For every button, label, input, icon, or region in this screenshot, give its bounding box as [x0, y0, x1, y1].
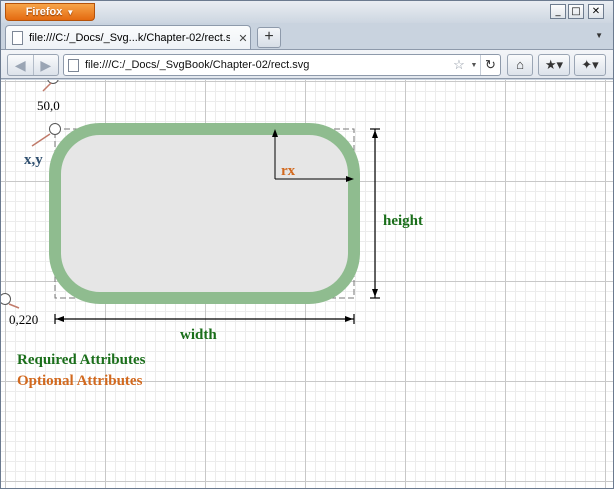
address-bar[interactable]: file:///C:/_Docs/_SvgBook/Chapter-02/rec… [63, 54, 501, 76]
xy-pointer [31, 133, 51, 147]
maximize-button[interactable]: □ [568, 4, 584, 19]
height-up-arrow [372, 130, 378, 138]
title-bar: Firefox ▼ _ □ ✕ [1, 1, 613, 23]
left-label: 0,220 [9, 312, 38, 327]
height-label: height [383, 213, 423, 229]
left-pointer [8, 303, 20, 309]
page-content: 50,0 x,y 0,220 rx height width Required … [1, 80, 613, 488]
left-marker [1, 293, 11, 305]
chevron-down-icon: ▼ [66, 7, 75, 17]
rounded-rect [49, 123, 360, 304]
page-icon [68, 58, 79, 72]
width-label: width [180, 327, 217, 343]
origin-pointer [42, 82, 52, 92]
firefox-menu-label: Firefox [25, 6, 63, 18]
rect-diagram: 50,0 x,y 0,220 rx height width Required … [1, 80, 423, 389]
tab-title: file:///C:/_Docs/_Svg...k/Chapter-02/rec… [29, 32, 230, 44]
tab-strip: file:///C:/_Docs/_Svg...k/Chapter-02/rec… [1, 23, 613, 50]
width-left-arrow [56, 316, 64, 322]
legend-required: Required Attributes [17, 352, 146, 368]
back-forward-group: ◀ ▶ [7, 54, 59, 76]
origin-label: 50,0 [37, 98, 60, 113]
url-text[interactable]: file:///C:/_Docs/_SvgBook/Chapter-02/rec… [85, 59, 450, 71]
bookmark-star-icon[interactable]: ☆ [450, 57, 468, 73]
xy-marker [49, 123, 61, 135]
tab-list-chevron-icon[interactable]: ▼ [595, 31, 603, 40]
forward-icon[interactable]: ▶ [32, 55, 59, 75]
legend-optional: Optional Attributes [17, 373, 143, 389]
firefox-menu-button[interactable]: Firefox ▼ [5, 3, 95, 21]
minimize-button[interactable]: _ [550, 4, 566, 19]
back-icon[interactable]: ◀ [8, 55, 33, 75]
rx-label: rx [281, 163, 296, 179]
browser-window: Firefox ▼ _ □ ✕ file:///C:/_Docs/_Svg...… [0, 0, 614, 489]
xy-label: x,y [24, 152, 43, 168]
close-window-button[interactable]: ✕ [588, 4, 604, 19]
origin-marker [47, 80, 59, 84]
history-dropdown-icon[interactable]: ▼ [468, 62, 480, 69]
close-tab-button[interactable]: ✕ [236, 32, 250, 45]
tab-rect-svg[interactable]: file:///C:/_Docs/_Svg...k/Chapter-02/rec… [5, 25, 251, 50]
addon-icon[interactable]: ✦▾ [574, 54, 606, 76]
width-right-arrow [345, 316, 353, 322]
bookmarks-icon[interactable]: ★▾ [538, 54, 570, 76]
new-tab-button[interactable]: + [257, 27, 281, 48]
home-icon[interactable]: ⌂ [507, 54, 533, 76]
navigation-toolbar: ◀ ▶ file:///C:/_Docs/_SvgBook/Chapter-02… [1, 49, 613, 79]
height-down-arrow [372, 289, 378, 297]
reload-icon[interactable]: ↻ [480, 55, 500, 75]
page-icon [12, 31, 23, 45]
